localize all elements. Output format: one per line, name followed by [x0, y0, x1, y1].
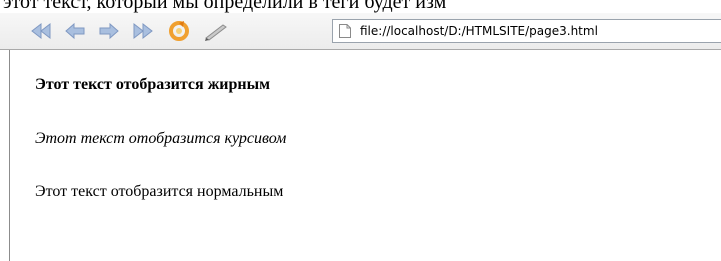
fast-forward-icon [133, 22, 153, 40]
rewind-button[interactable] [30, 20, 52, 42]
forward-arrow-icon [99, 22, 119, 40]
browser-toolbar: file://localhost/D:/HTMLSITE/page3.html [0, 13, 721, 50]
back-button[interactable] [64, 20, 86, 42]
address-url[interactable]: file://localhost/D:/HTMLSITE/page3.html [360, 24, 598, 38]
edit-button[interactable] [202, 20, 230, 42]
bold-text: Этот текст отобразится жирным [35, 76, 271, 93]
address-bar[interactable]: file://localhost/D:/HTMLSITE/page3.html [332, 19, 721, 43]
page-viewport: Этот текст отобразится жирным Этот текст… [9, 50, 721, 261]
forward-button[interactable] [98, 20, 120, 42]
normal-text: Этот текст отобразится нормальным [35, 183, 284, 200]
italic-text: Этот текст отобразится курсивом [35, 130, 287, 147]
page-icon [339, 24, 351, 38]
reload-button[interactable] [168, 20, 190, 42]
rewind-icon [31, 22, 51, 40]
reload-icon [169, 21, 189, 41]
back-arrow-icon [65, 22, 85, 40]
fast-forward-button[interactable] [132, 20, 154, 42]
partial-caption-text: этот текст, который мы определили в теги… [3, 0, 447, 13]
pencil-icon [205, 24, 227, 41]
